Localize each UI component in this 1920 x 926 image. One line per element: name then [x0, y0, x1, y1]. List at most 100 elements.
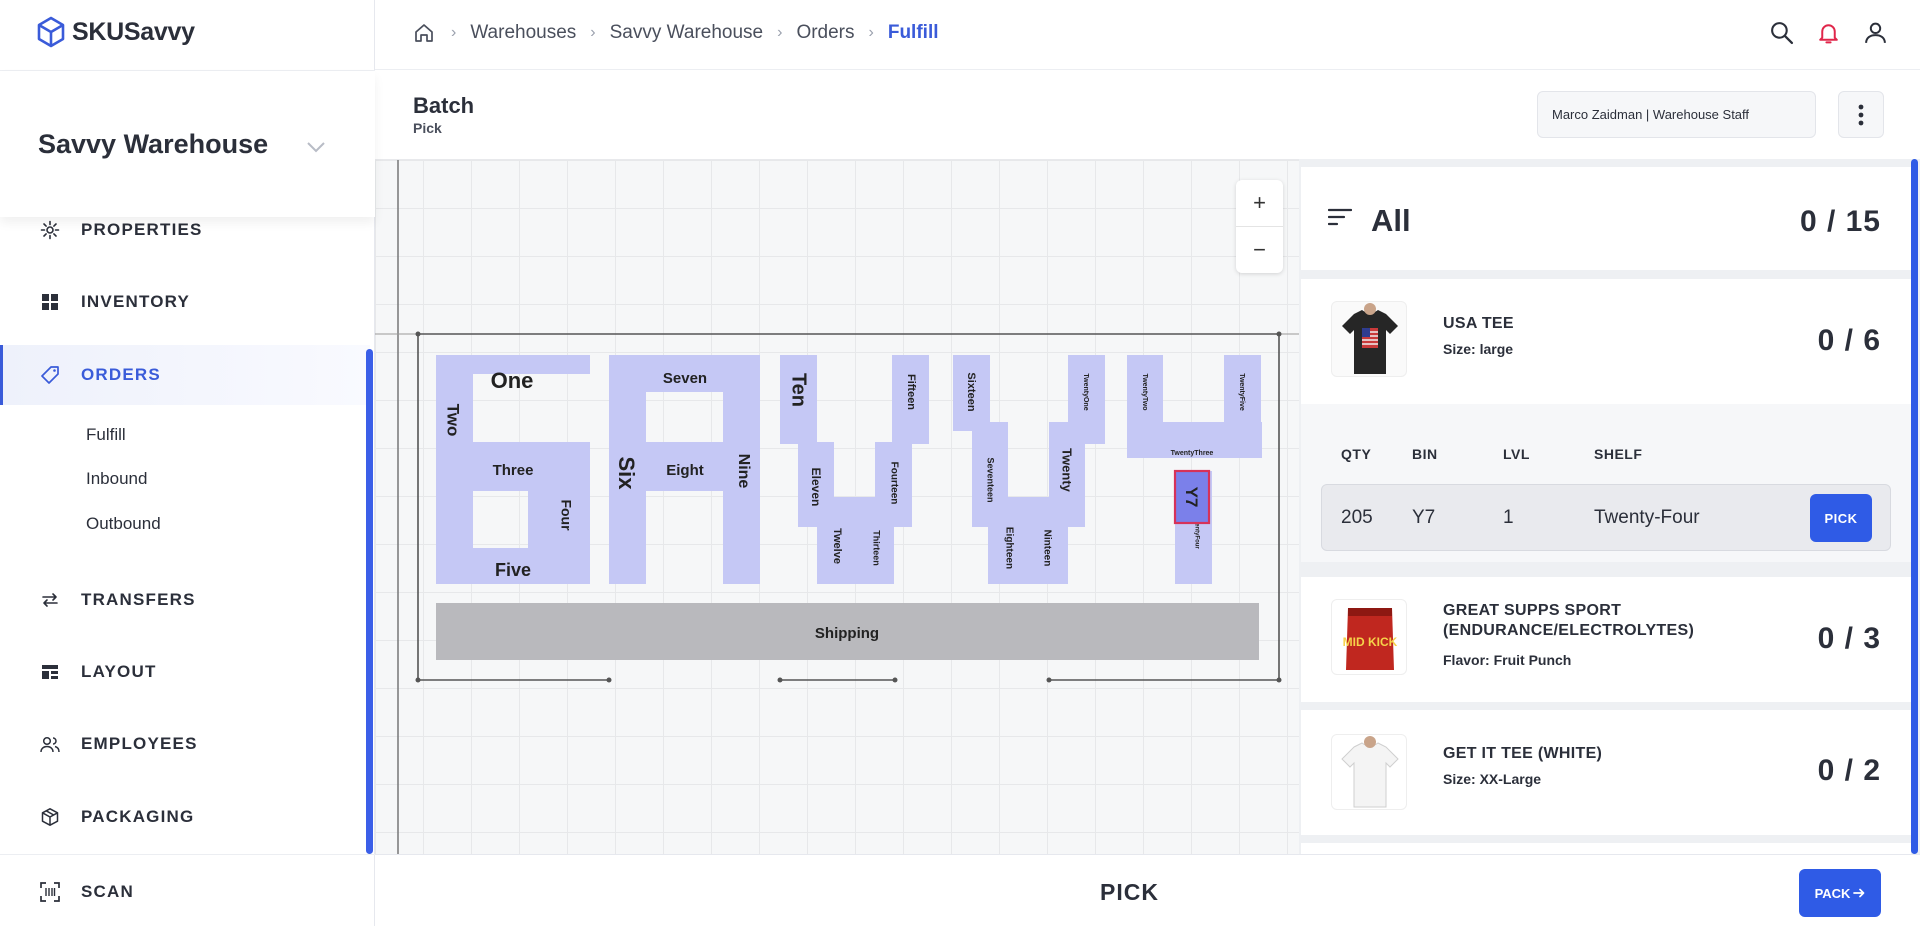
more-options-button[interactable]: [1838, 91, 1884, 138]
warehouse-map[interactable]: One Two Three Four Five Six Seven Eight Nine Ten E…: [375, 159, 1299, 854]
product-thumbnail-text: MID KICK: [1343, 635, 1398, 649]
sidebar-item-packaging[interactable]: PACKAGING: [0, 787, 370, 847]
product-count: 0 / 2: [1817, 754, 1881, 787]
zoom-in-button[interactable]: +: [1236, 180, 1283, 226]
highlighted-bin-label: Y7: [1182, 487, 1201, 508]
sidebar-item-inventory[interactable]: INVENTORY: [0, 272, 370, 332]
zoom-out-button[interactable]: −: [1236, 226, 1283, 272]
warehouse-selector[interactable]: Savvy Warehouse: [0, 71, 375, 217]
breadcrumb-warehouses[interactable]: Warehouses: [470, 22, 576, 44]
sidebar-item-label: PROPERTIES: [81, 220, 203, 239]
product-attribute-value: XX-Large: [1479, 771, 1542, 787]
logo-text: SKUSavvy: [72, 17, 195, 46]
app-root: SKUSavvy PROPERTIES INVENTORY ORDERS Ful…: [0, 0, 1920, 926]
bin-header-lvl: LVL: [1503, 446, 1530, 462]
sidebar-item-layout[interactable]: LAYOUT: [0, 642, 370, 702]
breadcrumb: › Warehouses › Savvy Warehouse › Orders …: [413, 22, 939, 44]
tag-icon: [40, 365, 60, 385]
bin-level: 1: [1503, 507, 1514, 528]
product-attribute: Flavor: Fruit Punch: [1443, 652, 1571, 668]
step-label: PICK: [1100, 879, 1159, 905]
bin-header-bin: BIN: [1412, 446, 1438, 462]
transfer-icon: [40, 590, 60, 610]
bin-header-shelf: SHELF: [1594, 446, 1643, 462]
pick-list-panel: All 0 / 15 USA TEE Size: large 0 / 6 QTY…: [1299, 159, 1920, 854]
kebab-menu-icon: [1858, 104, 1864, 125]
map-zone-label: Eight: [666, 462, 704, 479]
map-zone-label: Three: [493, 462, 534, 479]
header-actions: [1769, 20, 1888, 45]
box-icon: [40, 807, 60, 827]
bin-row[interactable]: 205 Y7 1 Twenty-Four PICK: [1321, 484, 1891, 551]
staff-selector[interactable]: Marco Zaidman | Warehouse Staff: [1537, 91, 1816, 138]
map-zone-label: Six: [614, 456, 639, 490]
logo[interactable]: SKUSavvy: [36, 16, 195, 48]
home-icon[interactable]: [413, 22, 435, 44]
bell-icon[interactable]: [1816, 20, 1841, 45]
map-zone-label: Four: [558, 499, 574, 531]
map-zone-label: Seventeen: [986, 457, 996, 502]
sidebar-item-orders[interactable]: ORDERS: [0, 345, 370, 405]
pick-item-get-it-tee[interactable]: GET IT TEE (WHITE) Size: XX-Large 0 / 2: [1301, 710, 1911, 835]
map-zone-label: Fifteen: [905, 374, 917, 410]
sidebar-item-label: INVENTORY: [81, 292, 191, 311]
chevron-right-icon: ›: [451, 24, 457, 41]
users-icon: [40, 734, 60, 754]
breadcrumb-savvy-warehouse[interactable]: Savvy Warehouse: [610, 22, 763, 44]
sidebar: SKUSavvy PROPERTIES INVENTORY ORDERS Ful…: [0, 0, 375, 926]
map-zone-label: TwentyTwo: [1141, 373, 1148, 410]
bin-shelf: Twenty-Four: [1594, 507, 1700, 528]
product-attribute: Size: large: [1443, 341, 1513, 357]
product-attribute-label: Size:: [1443, 341, 1476, 357]
map-zone-label: Twelve: [831, 528, 843, 564]
map-zone-label: Ninteen: [1041, 530, 1052, 567]
sidebar-item-label: LAYOUT: [81, 662, 157, 681]
product-name: GREAT SUPPS SPORT (ENDURANCE/ELECTROLYTE…: [1443, 602, 1695, 639]
product-count: 0 / 3: [1817, 622, 1881, 655]
page-subtitle: Pick: [413, 120, 442, 136]
map-zone-label: TwentyFive: [1238, 373, 1245, 411]
map-zone-label: Two: [444, 404, 463, 437]
breadcrumb-orders[interactable]: Orders: [796, 22, 854, 44]
map-zone-label: One: [491, 368, 534, 393]
bin-qty: 205: [1341, 507, 1373, 528]
chevron-down-icon: [307, 142, 325, 153]
sidebar-item-label: ORDERS: [81, 365, 161, 384]
shipping-label: Shipping: [815, 625, 879, 642]
staff-selector-value: Marco Zaidman | Warehouse Staff: [1552, 107, 1750, 122]
map-zone-label: Fourteen: [888, 462, 899, 505]
total-count: 0 / 15: [1799, 205, 1881, 238]
product-thumbnail: [1331, 734, 1407, 810]
filter-icon[interactable]: [1328, 208, 1352, 226]
map-zone-label: Thirteen: [872, 530, 882, 566]
bin-code: Y7: [1412, 507, 1436, 528]
pack-button[interactable]: PACK: [1799, 869, 1881, 917]
search-icon[interactable]: [1769, 20, 1794, 45]
sidebar-item-transfers[interactable]: TRANSFERS: [0, 570, 370, 630]
panel-scrollbar[interactable]: [1911, 159, 1918, 854]
sidebar-scrollbar[interactable]: [366, 349, 373, 854]
map-zone-label: TwentyThree: [1171, 450, 1214, 457]
pick-item-great-supps[interactable]: MID KICK GREAT SUPPS SPORT (ENDURANCE/EL…: [1301, 577, 1911, 702]
sidebar-subitem-fulfill[interactable]: Fulfill: [86, 425, 126, 445]
pick-button[interactable]: PICK: [1810, 494, 1872, 542]
scan-icon: [40, 882, 60, 902]
pack-button-label: PACK: [1814, 885, 1851, 901]
sidebar-item-scan[interactable]: SCAN: [0, 862, 370, 922]
map-zones: [436, 355, 1262, 584]
product-thumbnail: [1331, 301, 1407, 377]
sidebar-item-label: PACKAGING: [81, 807, 195, 826]
sidebar-item-label: EMPLOYEES: [81, 734, 198, 753]
warehouse-map-canvas[interactable]: One Two Three Four Five Six Seven Eight Nine Ten E…: [375, 160, 1299, 854]
top-header: › Warehouses › Savvy Warehouse › Orders …: [375, 0, 1920, 70]
gear-icon: [40, 220, 60, 240]
sidebar-item-employees[interactable]: EMPLOYEES: [0, 714, 370, 774]
sidebar-subitem-outbound[interactable]: Outbound: [86, 514, 161, 534]
chevron-right-icon: ›: [868, 24, 874, 41]
user-icon[interactable]: [1863, 20, 1888, 45]
sidebar-subitem-inbound[interactable]: Inbound: [86, 469, 147, 489]
map-zone-label: Five: [495, 560, 531, 580]
pick-item-usa-tee[interactable]: USA TEE Size: large 0 / 6: [1301, 279, 1911, 404]
product-name: GET IT TEE (WHITE): [1443, 745, 1603, 762]
pick-list-header: All 0 / 15: [1301, 167, 1911, 270]
